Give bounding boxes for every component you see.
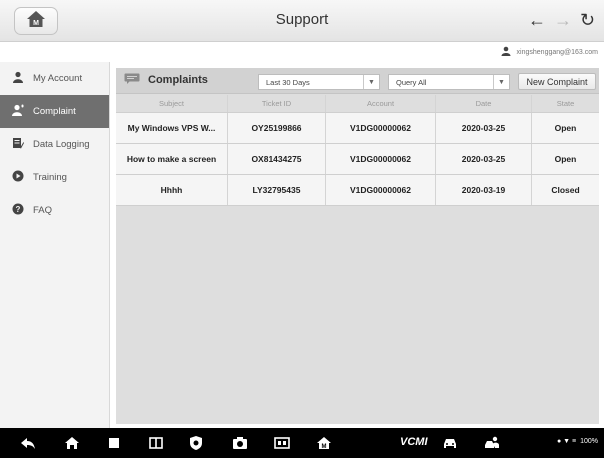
camera-icon[interactable] xyxy=(232,435,248,451)
cell-date: 2020-03-25 xyxy=(436,144,532,174)
table-row[interactable]: My Windows VPS W... OY25199866 V1DG00000… xyxy=(116,113,599,144)
column-header-subject[interactable]: Subject xyxy=(116,95,228,112)
stop-icon[interactable] xyxy=(106,435,122,451)
user-info: xingshenggang@163.com xyxy=(501,46,598,58)
period-select[interactable]: Last 30 Days ▼ xyxy=(258,74,380,90)
cell-account: V1DG00000062 xyxy=(326,144,436,174)
back-icon[interactable] xyxy=(20,435,36,451)
column-header-account[interactable]: Account xyxy=(326,95,436,112)
query-select[interactable]: Query All ▼ xyxy=(388,74,510,90)
chat-bubble-icon xyxy=(124,73,140,87)
car-person-icon[interactable] xyxy=(484,435,500,451)
car-icon[interactable] xyxy=(442,435,458,451)
battery-level: 100% xyxy=(580,438,598,445)
play-circle-icon xyxy=(12,170,24,185)
home-button[interactable]: M xyxy=(14,7,58,35)
status-area: ● ▼ ≡ 100% xyxy=(557,438,598,445)
complaints-toolbar: Complaints Last 30 Days ▼ Query All ▼ Ne… xyxy=(116,68,599,94)
title-bar: M Support ← → ↻ xyxy=(0,0,604,42)
svg-text:?: ? xyxy=(16,205,21,214)
person-icon xyxy=(501,46,511,58)
cell-date: 2020-03-25 xyxy=(436,113,532,143)
cell-state: Open xyxy=(554,123,577,133)
sidebar-item-label: Data Logging xyxy=(33,139,90,150)
cell-ticket-id: OY25199866 xyxy=(228,113,326,143)
chevron-down-icon: ▼ xyxy=(363,75,379,89)
autel-home-icon[interactable]: M xyxy=(316,435,332,451)
table-header: Subject Ticket ID Account Date State xyxy=(116,95,599,113)
bluetooth-wifi-icon: ● ▼ ≡ xyxy=(556,438,577,445)
complaints-title: Complaints xyxy=(148,74,208,86)
page-title: Support xyxy=(275,11,329,28)
sidebar: My Account Complaint Data Logging Traini… xyxy=(0,62,110,428)
cell-account: V1DG00000062 xyxy=(326,113,436,143)
vcm-icon[interactable]: VCMI xyxy=(400,436,428,448)
column-header-date[interactable]: Date xyxy=(436,95,532,112)
arrow-left-icon[interactable]: ← xyxy=(528,9,546,31)
sidebar-item-training[interactable]: Training xyxy=(0,161,109,194)
recent-apps-icon[interactable] xyxy=(148,435,164,451)
period-select-value: Last 30 Days xyxy=(266,77,310,87)
complaints-heading: Complaints xyxy=(124,73,208,87)
help-circle-icon: ? xyxy=(12,203,24,218)
sidebar-item-label: My Account xyxy=(33,73,83,84)
browser-nav: ← → ↻ xyxy=(528,9,595,31)
sidebar-item-label: Complaint xyxy=(33,106,76,117)
svg-text:M: M xyxy=(33,20,39,27)
column-header-ticket-id[interactable]: Ticket ID xyxy=(228,95,326,112)
shield-icon[interactable] xyxy=(188,435,204,451)
complaints-panel: Complaints Last 30 Days ▼ Query All ▼ Ne… xyxy=(116,68,599,424)
cell-account: V1DG00000062 xyxy=(326,175,436,205)
user-bar: xingshenggang@163.com xyxy=(0,43,604,61)
refresh-icon[interactable]: ↻ xyxy=(580,9,595,31)
chevron-down-icon: ▼ xyxy=(493,75,509,89)
sidebar-item-data-logging[interactable]: Data Logging xyxy=(0,128,109,161)
user-email: xingshenggang@163.com xyxy=(516,48,598,56)
cell-subject: How to make a screen xyxy=(116,144,228,174)
cell-state: Open xyxy=(554,154,577,164)
cell-subject: My Windows VPS W... xyxy=(116,113,228,143)
table-row[interactable]: How to make a screen OX81434275 V1DG0000… xyxy=(116,144,599,175)
cell-date: 2020-03-19 xyxy=(436,175,532,205)
sidebar-item-label: Training xyxy=(33,172,67,183)
edit-document-icon xyxy=(12,137,24,152)
cell-subject: Hhhh xyxy=(116,175,228,205)
cell-state: Closed xyxy=(551,185,580,195)
arrow-right-icon[interactable]: → xyxy=(554,9,572,31)
cell-ticket-id: LY32795435 xyxy=(228,175,326,205)
new-complaint-button[interactable]: New Complaint xyxy=(518,73,596,90)
home-icon: M xyxy=(25,9,47,34)
svg-text:M: M xyxy=(322,444,327,450)
cell-ticket-id: OX81434275 xyxy=(228,144,326,174)
sidebar-item-label: FAQ xyxy=(33,205,53,216)
system-nav-bar: M VCMI ● ▼ ≡ 100% xyxy=(0,428,604,458)
person-icon xyxy=(12,71,24,86)
sidebar-item-faq[interactable]: ? FAQ xyxy=(0,194,109,227)
sidebar-item-my-account[interactable]: My Account xyxy=(0,62,109,95)
complaints-table: Subject Ticket ID Account Date State My … xyxy=(116,95,599,206)
home-icon[interactable] xyxy=(64,435,80,451)
column-header-state[interactable]: State xyxy=(532,95,599,112)
person-mic-icon xyxy=(12,104,24,119)
sidebar-item-complaint[interactable]: Complaint xyxy=(0,95,109,128)
screen-mirror-icon[interactable] xyxy=(274,435,290,451)
table-row[interactable]: Hhhh LY32795435 V1DG00000062 2020-03-19 … xyxy=(116,175,599,206)
query-select-value: Query All xyxy=(396,77,427,87)
